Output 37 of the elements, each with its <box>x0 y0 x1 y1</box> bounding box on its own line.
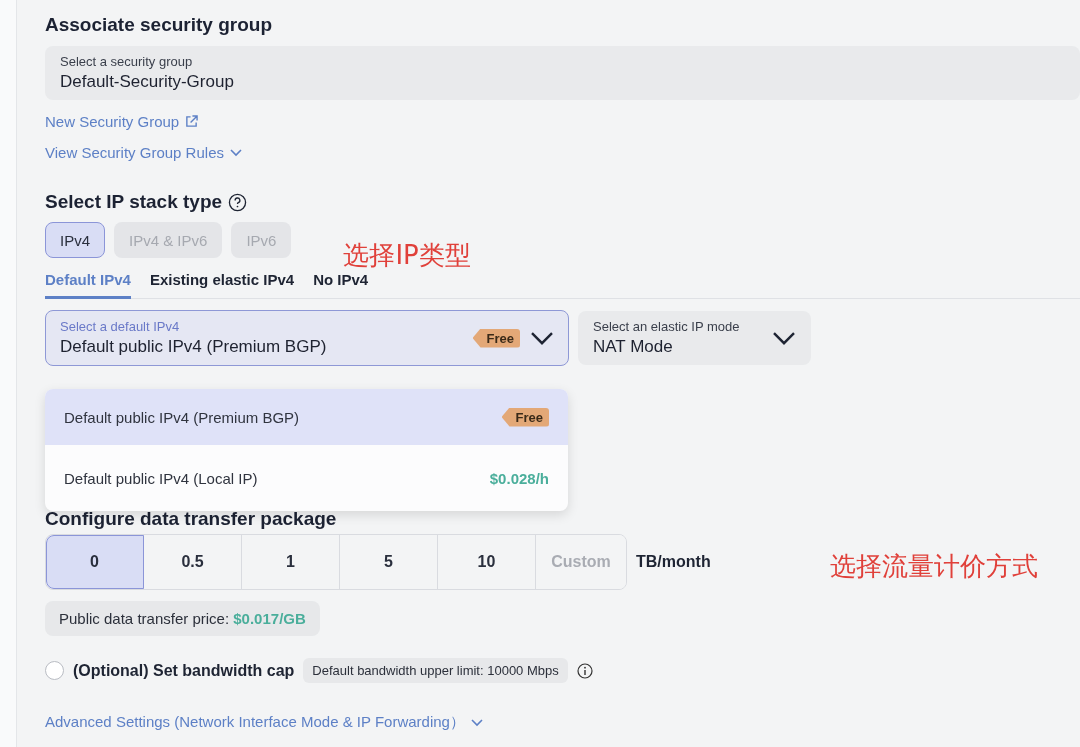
field-label: Select a security group <box>60 54 194 69</box>
unit-label: TB/month <box>636 553 711 571</box>
new-security-group-link[interactable]: New Security Group <box>45 113 199 130</box>
ip-stack-option[interactable]: IPv4 <box>45 222 105 258</box>
section-heading: Configure data transfer package <box>45 508 338 530</box>
field-value: Default-Security-Group <box>60 72 235 92</box>
field-value: Default public IPv4 (Premium BGP) <box>60 337 328 357</box>
external-link-icon <box>185 115 199 128</box>
tab[interactable]: Default IPv4 <box>45 267 131 299</box>
annotation-text: 选择流量计价方式 <box>829 549 1038 583</box>
transfer-option[interactable]: 0 <box>46 535 144 589</box>
default-ipv4-select[interactable]: Select a default IPv4 Default public IPv4 (Premium BGP) Free <box>45 310 569 366</box>
free-tag: Free <box>472 328 520 348</box>
elastic-ip-mode-select[interactable]: Select an elastic IP mode NAT Mode <box>578 311 811 365</box>
price-text: $0.028/h <box>489 469 549 487</box>
view-rules-link[interactable]: View Security Group Rules <box>45 144 242 161</box>
security-group-select[interactable]: Select a security group Default-Security-Group <box>45 46 1080 100</box>
field-label: Select a default IPv4 <box>60 319 181 334</box>
free-tag: Free <box>501 407 549 427</box>
dropdown-option[interactable]: Default public IPv4 (Local IP) $0.028/h <box>45 445 568 511</box>
tab[interactable]: Existing elastic IPv4 <box>149 267 295 299</box>
dropdown-option[interactable]: Default public IPv4 (Premium BGP) Free <box>45 389 568 445</box>
chevron-down-icon <box>229 148 242 157</box>
section-heading: Select IP stack type <box>45 191 223 213</box>
price-note: Public data transfer price: $0.017/GB <box>45 601 320 636</box>
radio-button[interactable] <box>45 661 64 680</box>
field-value: NAT Mode <box>593 337 674 357</box>
help-icon <box>228 192 248 212</box>
field-label: Select an elastic IP mode <box>593 319 741 334</box>
chevron-down-icon <box>470 718 483 727</box>
section-heading: Associate security group <box>45 14 274 36</box>
info-icon <box>576 662 593 679</box>
advanced-settings-link[interactable]: Advanced Settings (Network Interface Mode & IP Forwarding） <box>45 713 483 732</box>
bandwidth-cap-label: (Optional) Set bandwidth cap <box>73 661 295 680</box>
bandwidth-hint: Default bandwidth upper limit: 10000 Mbps <box>303 658 568 683</box>
chevron-down-icon <box>772 330 796 346</box>
chevron-down-icon <box>530 330 554 346</box>
